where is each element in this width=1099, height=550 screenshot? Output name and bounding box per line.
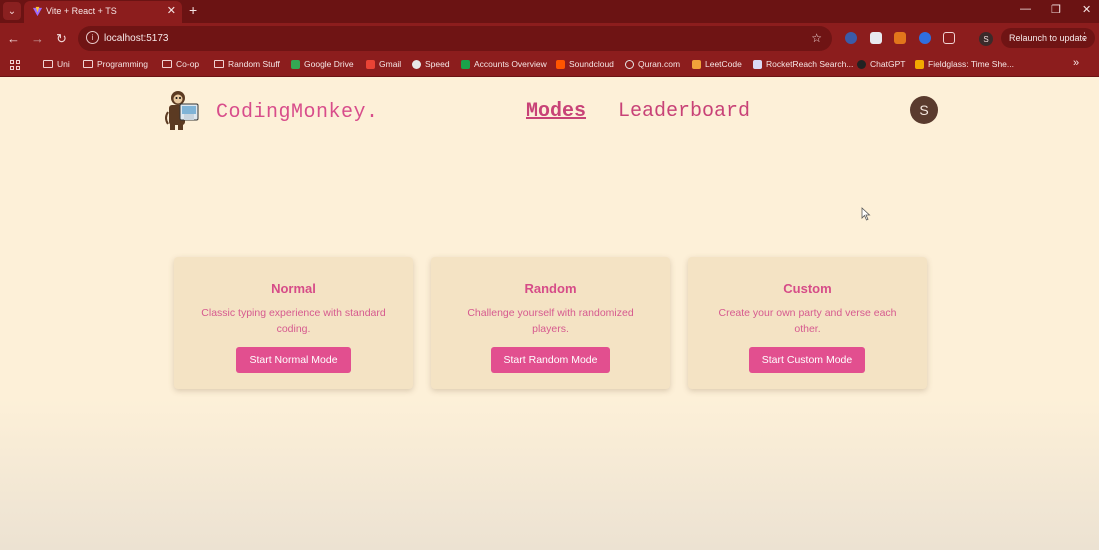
card-description: Classic typing experience with standard … bbox=[201, 307, 386, 335]
more-menu-icon[interactable]: ⋮ bbox=[1080, 31, 1089, 42]
bookmark-accounts-overview[interactable]: Accounts Overview bbox=[461, 59, 547, 69]
browser-tab[interactable]: Vite + React + TS ✕ bbox=[24, 1, 182, 23]
soundcloud-icon bbox=[556, 59, 565, 69]
bookmarks-bar: Uni Programming Co-op Random Stuff Googl… bbox=[0, 53, 1099, 77]
card-title: Normal bbox=[271, 281, 316, 296]
mode-card-custom: Custom Create your own party and verse e… bbox=[688, 257, 927, 389]
mode-card-normal: Normal Classic typing experience with st… bbox=[174, 257, 413, 389]
user-avatar[interactable]: S bbox=[910, 96, 938, 124]
bookmark-label: Quran.com bbox=[638, 59, 681, 69]
relaunch-label: Relaunch to update bbox=[1009, 33, 1088, 43]
start-normal-mode-button[interactable]: Start Normal Mode bbox=[236, 347, 351, 373]
bookmark-label: Speed bbox=[425, 59, 450, 69]
gmail-icon bbox=[366, 59, 375, 69]
folder-icon bbox=[162, 60, 172, 68]
bookmark-soundcloud[interactable]: Soundcloud bbox=[556, 59, 614, 69]
extension-1-icon[interactable] bbox=[845, 32, 857, 44]
card-title: Custom bbox=[783, 281, 832, 296]
card-title: Random bbox=[524, 281, 577, 296]
mouse-cursor-icon bbox=[861, 207, 871, 221]
restore-icon[interactable]: ❐ bbox=[1051, 3, 1061, 16]
bookmark-chatgpt[interactable]: ChatGPT bbox=[857, 59, 905, 69]
bookmark-quran[interactable]: Quran.com bbox=[625, 59, 680, 69]
back-icon[interactable]: ← bbox=[7, 31, 20, 46]
browser-toolbar: ← → ↻ i localhost:5173 ☆ S Relaunch to u… bbox=[0, 23, 1099, 53]
leetcode-icon bbox=[692, 59, 701, 69]
forward-icon[interactable]: → bbox=[31, 31, 44, 46]
bookmark-gmail[interactable]: Gmail bbox=[366, 59, 401, 69]
reload-icon[interactable]: ↻ bbox=[56, 31, 67, 47]
extensions-puzzle-icon[interactable] bbox=[943, 32, 955, 44]
metamask-icon[interactable] bbox=[894, 32, 906, 44]
extension-4-icon[interactable] bbox=[919, 32, 931, 44]
chatgpt-icon bbox=[857, 59, 866, 69]
monkey-logo-icon[interactable] bbox=[164, 88, 204, 132]
bookmark-label: RocketReach Search... bbox=[766, 59, 854, 69]
tab-search-button[interactable]: ⌄ bbox=[3, 2, 21, 20]
bookmark-star-icon[interactable]: ☆ bbox=[811, 31, 822, 45]
bookmark-coop[interactable]: Co-op bbox=[162, 59, 199, 69]
bookmark-label: Soundcloud bbox=[569, 59, 614, 69]
brand-name[interactable]: CodingMonkey. bbox=[216, 101, 379, 124]
bookmark-speed[interactable]: Speed bbox=[412, 59, 450, 69]
bookmark-rocketreach[interactable]: RocketReach Search... bbox=[753, 59, 853, 69]
folder-icon bbox=[43, 60, 53, 68]
td-bank-icon bbox=[461, 59, 470, 69]
vite-favicon-icon bbox=[32, 6, 43, 17]
bookmark-label: Gmail bbox=[379, 59, 402, 69]
card-description: Challenge yourself with randomized playe… bbox=[467, 307, 634, 335]
address-bar[interactable]: i localhost:5173 ☆ bbox=[78, 26, 832, 51]
bookmark-fieldglass[interactable]: Fieldglass: Time She... bbox=[915, 59, 1014, 69]
bookmark-programming[interactable]: Programming bbox=[83, 59, 148, 69]
start-random-mode-button[interactable]: Start Random Mode bbox=[491, 347, 610, 373]
rocket-icon bbox=[753, 59, 762, 69]
bookmark-leetcode[interactable]: LeetCode bbox=[692, 59, 742, 69]
page: CodingMonkey. Modes Leaderboard S Normal… bbox=[0, 78, 1099, 550]
bookmark-label: Random Stuff bbox=[228, 59, 280, 69]
site-info-icon[interactable]: i bbox=[86, 31, 99, 44]
bookmarks-overflow-icon[interactable]: » bbox=[1073, 57, 1079, 69]
nav-link-leaderboard[interactable]: Leaderboard bbox=[618, 100, 750, 123]
tab-title: Vite + React + TS bbox=[46, 6, 117, 16]
bookmark-random-stuff[interactable]: Random Stuff bbox=[214, 59, 280, 69]
minimize-icon[interactable]: — bbox=[1020, 3, 1031, 15]
bookmark-google-drive[interactable]: Google Drive bbox=[291, 59, 354, 69]
browser-tab-strip: ⌄ Vite + React + TS ✕ + — ❐ ✕ bbox=[0, 0, 1099, 23]
extension-2-icon[interactable] bbox=[870, 32, 882, 44]
new-tab-icon[interactable]: + bbox=[189, 2, 197, 18]
bookmark-label: Co-op bbox=[176, 59, 200, 69]
relaunch-button[interactable]: Relaunch to update ⋮ bbox=[1001, 28, 1095, 48]
nav-link-modes[interactable]: Modes bbox=[526, 100, 586, 123]
bookmark-uni[interactable]: Uni bbox=[43, 59, 70, 69]
google-drive-icon bbox=[291, 59, 300, 69]
bookmark-label: ChatGPT bbox=[870, 59, 906, 69]
apps-grid-icon[interactable] bbox=[10, 60, 20, 70]
folder-icon bbox=[214, 60, 224, 68]
card-description: Create your own party and verse each oth… bbox=[718, 307, 897, 335]
speed-icon bbox=[412, 59, 421, 69]
bookmark-label: LeetCode bbox=[705, 59, 742, 69]
folder-icon bbox=[83, 60, 93, 68]
fieldglass-icon bbox=[915, 59, 924, 69]
bookmark-label: Google Drive bbox=[304, 59, 354, 69]
start-custom-mode-button[interactable]: Start Custom Mode bbox=[749, 347, 865, 373]
mode-card-random: Random Challenge yourself with randomize… bbox=[431, 257, 670, 389]
profile-icon[interactable]: S bbox=[979, 32, 993, 46]
bookmark-label: Fieldglass: Time She... bbox=[928, 59, 1014, 69]
address-url[interactable]: localhost:5173 bbox=[104, 33, 169, 44]
tab-close-icon[interactable]: ✕ bbox=[167, 4, 176, 17]
bookmark-label: Uni bbox=[57, 59, 70, 69]
quran-icon bbox=[625, 59, 634, 69]
bookmark-label: Accounts Overview bbox=[474, 59, 547, 69]
window-close-icon[interactable]: ✕ bbox=[1082, 3, 1091, 16]
bookmark-label: Programming bbox=[97, 59, 149, 69]
